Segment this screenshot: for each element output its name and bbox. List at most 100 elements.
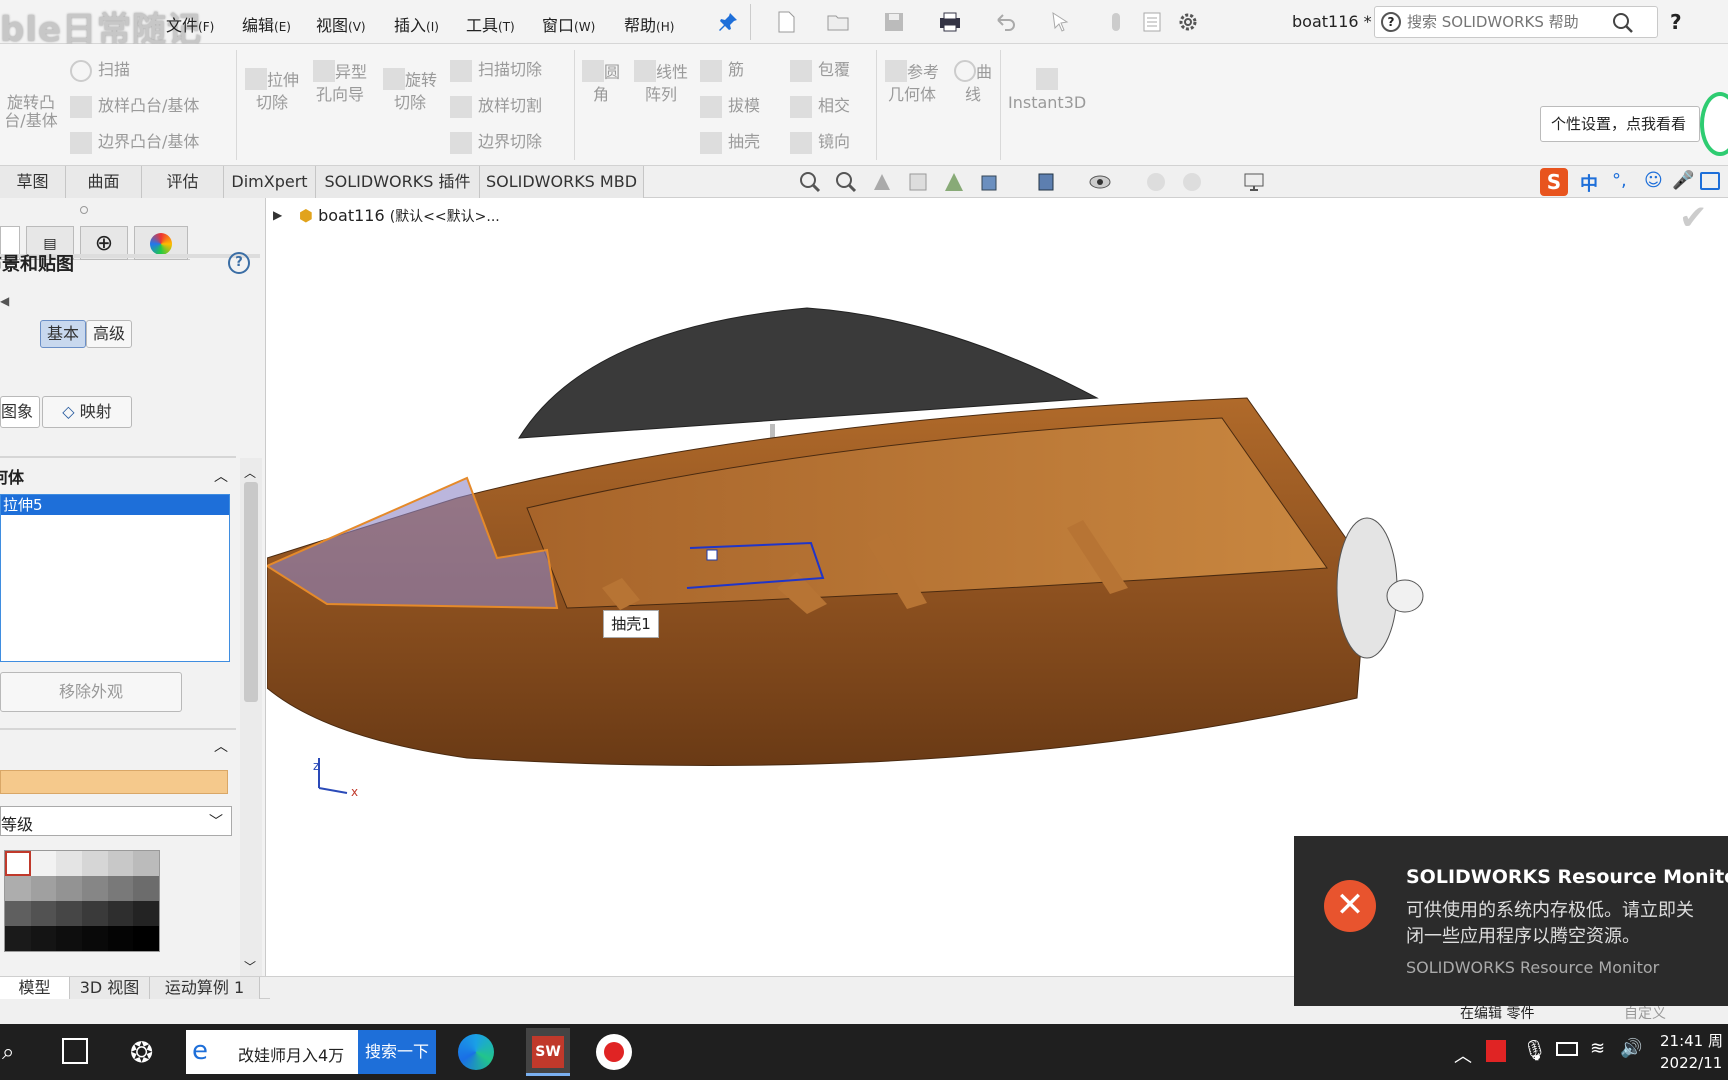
personal-settings-tooltip[interactable]: 个性设置，点我看看 bbox=[1540, 106, 1700, 142]
tab-dimxpert[interactable]: DimXpert bbox=[224, 166, 316, 198]
menu-help[interactable]: 帮助(H) bbox=[624, 12, 674, 36]
menu-file[interactable]: 文件(F) bbox=[166, 12, 214, 36]
battery-icon[interactable] bbox=[1556, 1042, 1578, 1056]
color-swatch-bar[interactable] bbox=[0, 770, 228, 794]
dynamic-annotation-icon[interactable] bbox=[942, 170, 966, 198]
ime-emoji-icon[interactable]: ☺ bbox=[1644, 170, 1663, 191]
ie-search-button[interactable]: 搜索一下 bbox=[358, 1030, 436, 1074]
boundary-boss-button[interactable]: 边界凸台/基体 bbox=[70, 128, 199, 154]
volume-icon[interactable]: 🔊 bbox=[1620, 1038, 1642, 1059]
zoom-area-icon[interactable] bbox=[834, 170, 858, 198]
basic-mode-button[interactable]: 基本 bbox=[40, 320, 86, 348]
loft-cut-button[interactable]: 放样切割 bbox=[450, 92, 542, 118]
microphone-tray-icon[interactable]: 🎙 bbox=[1522, 1038, 1547, 1062]
options-gear-icon[interactable] bbox=[1176, 10, 1200, 34]
search-icon[interactable] bbox=[1611, 11, 1635, 39]
color-level-select[interactable]: 等级 ﹀ bbox=[0, 806, 232, 836]
advanced-mode-button[interactable]: 高级 bbox=[86, 320, 132, 348]
unit-system-status[interactable]: 自定义 bbox=[1624, 1003, 1666, 1023]
tab-solidworks-addins[interactable]: SOLIDWORKS 插件 bbox=[316, 166, 480, 198]
save-icon[interactable] bbox=[882, 10, 906, 34]
ime-toolbar[interactable]: S 中 °, ☺ 🎤 bbox=[1540, 168, 1728, 196]
mapping-subtab[interactable]: ◇ 映射 bbox=[42, 396, 132, 428]
boundary-cut-button[interactable]: 边界切除 bbox=[450, 128, 542, 154]
shell-button[interactable]: 抽壳 bbox=[700, 128, 760, 154]
task-view-icon[interactable] bbox=[62, 1038, 88, 1064]
wrap-button[interactable]: 包覆 bbox=[790, 56, 850, 82]
resource-monitor-toast[interactable]: ✕ SOLIDWORKS Resource Monitor 可供使用的系统内存极… bbox=[1294, 836, 1728, 1006]
help-menu-icon[interactable]: ? bbox=[1670, 10, 1682, 34]
linear-pattern-button[interactable]: 线性阵列 bbox=[628, 60, 694, 104]
tab-motion-study[interactable]: 运动算例 1 bbox=[150, 977, 260, 999]
scroll-thumb[interactable] bbox=[244, 482, 258, 702]
section-view-icon[interactable] bbox=[906, 170, 930, 198]
ime-language-label[interactable]: 中 bbox=[1580, 170, 1598, 196]
select-arrow-icon[interactable] bbox=[1048, 10, 1072, 34]
assistant-badge[interactable] bbox=[1700, 92, 1728, 156]
confirm-check-icon[interactable]: ✔ bbox=[1679, 198, 1708, 238]
tab-model[interactable]: 模型 bbox=[0, 977, 70, 999]
show-hidden-icons[interactable]: ︿ bbox=[1454, 1042, 1472, 1068]
ime-keyboard-icon[interactable] bbox=[1700, 172, 1720, 190]
pin-panel-icon[interactable]: ◀ bbox=[0, 294, 9, 308]
loft-boss-button[interactable]: 放样凸台/基体 bbox=[70, 92, 199, 118]
selected-item-extrude5[interactable]: 拉伸5 bbox=[1, 495, 229, 515]
panel-help-icon[interactable]: ? bbox=[228, 252, 250, 274]
propeller[interactable] bbox=[1336, 517, 1398, 659]
view-orientation-icon[interactable] bbox=[978, 170, 1002, 198]
ime-voice-icon[interactable]: 🎤 bbox=[1672, 170, 1694, 191]
menu-window[interactable]: 窗口(W) bbox=[542, 12, 595, 36]
scroll-down-arrow[interactable]: ﹀ bbox=[244, 958, 256, 975]
hole-wizard-button[interactable]: 异型孔向导 bbox=[312, 60, 368, 104]
new-document-icon[interactable] bbox=[774, 10, 798, 34]
mirror-button[interactable]: 镜向 bbox=[790, 128, 850, 154]
search-taskbar-icon[interactable]: ⌕ bbox=[2, 1040, 14, 1065]
intersect-button[interactable]: 相交 bbox=[790, 92, 850, 118]
wifi-icon[interactable]: ≋ bbox=[1590, 1038, 1605, 1059]
view-settings-icon[interactable] bbox=[1242, 170, 1266, 198]
open-folder-icon[interactable] bbox=[826, 10, 850, 34]
recorder-icon[interactable] bbox=[596, 1034, 632, 1070]
menu-tools[interactable]: 工具(T) bbox=[466, 12, 515, 36]
tab-surface[interactable]: 曲面 bbox=[66, 166, 142, 198]
clock-time[interactable]: 21:41 周 bbox=[1660, 1030, 1723, 1051]
draft-button[interactable]: 拔模 bbox=[700, 92, 760, 118]
selected-geometry-list[interactable]: 拉伸5 bbox=[0, 494, 230, 662]
pin-icon[interactable] bbox=[716, 10, 740, 34]
solidworks-taskbar-button[interactable]: SW bbox=[526, 1028, 570, 1076]
display-style-icon[interactable] bbox=[1034, 170, 1058, 198]
undo-icon[interactable] bbox=[994, 10, 1018, 34]
menu-view[interactable]: 视图(V) bbox=[316, 12, 366, 36]
tab-solidworks-mbd[interactable]: SOLIDWORKS MBD bbox=[480, 166, 644, 198]
tab-sketch[interactable]: 草图 bbox=[0, 166, 66, 198]
panel-scrollbar[interactable]: ︿ ﹀ bbox=[240, 458, 262, 978]
appearance-subtab[interactable]: 图象 bbox=[0, 396, 40, 428]
file-properties-icon[interactable] bbox=[1140, 10, 1164, 34]
widget-icon[interactable]: ❂ bbox=[130, 1036, 153, 1069]
clock-date[interactable]: 2022/11 bbox=[1660, 1054, 1722, 1072]
print-icon[interactable] bbox=[938, 10, 962, 34]
collapse-color-icon[interactable]: ︿ bbox=[214, 736, 228, 756]
help-search-box[interactable]: ? bbox=[1374, 6, 1658, 38]
rib-button[interactable]: 筋 bbox=[700, 56, 744, 82]
grayscale-palette[interactable] bbox=[4, 850, 160, 952]
zoom-to-fit-icon[interactable] bbox=[798, 170, 822, 198]
curves-button[interactable]: 曲线 bbox=[950, 60, 996, 104]
revolve-boss-button[interactable]: 旋转凸台/基体 bbox=[0, 94, 62, 130]
help-search-input[interactable] bbox=[1407, 11, 1587, 33]
tab-3d-view[interactable]: 3D 视图 bbox=[70, 977, 150, 999]
ie-search-widget[interactable]: e 改娃师月入4万 搜索一下 bbox=[186, 1030, 436, 1074]
shell-feature-tag[interactable]: 抽壳1 bbox=[603, 610, 659, 638]
sweep-button[interactable]: 扫描 bbox=[70, 56, 130, 82]
edge-browser-icon[interactable] bbox=[458, 1034, 494, 1070]
ime-punctuation-icon[interactable]: °, bbox=[1612, 170, 1627, 191]
scroll-up-arrow[interactable]: ︿ bbox=[244, 464, 256, 481]
remove-appearance-button[interactable]: 移除外观 bbox=[0, 672, 182, 712]
extrude-cut-button[interactable]: 拉伸切除 bbox=[244, 68, 300, 112]
heads-up-view-toolbar[interactable] bbox=[798, 170, 1278, 194]
instant3d-button[interactable]: Instant3D bbox=[1008, 68, 1086, 112]
previous-view-icon[interactable] bbox=[870, 170, 894, 198]
sogou-ime-icon[interactable]: S bbox=[1540, 168, 1568, 196]
collapse-selection-icon[interactable]: ︿ bbox=[214, 466, 228, 486]
apply-scene-icon[interactable] bbox=[1180, 170, 1204, 198]
